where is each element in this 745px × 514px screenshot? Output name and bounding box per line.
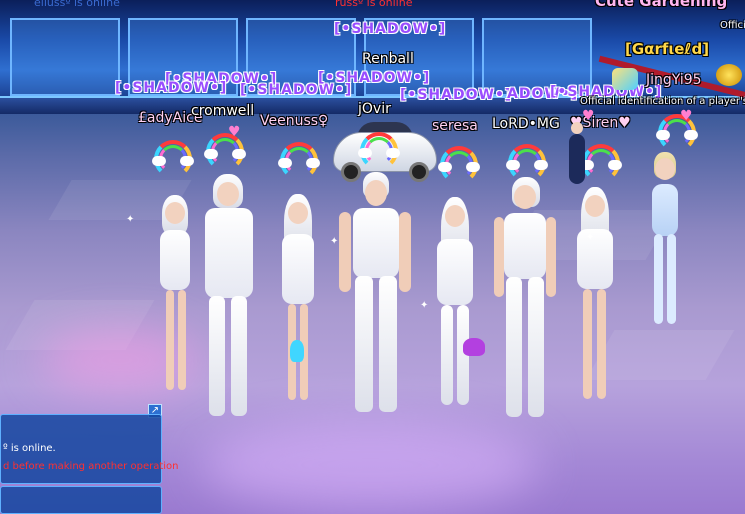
player-name[interactable]: cromwell <box>191 104 254 119</box>
wall-panel <box>10 18 120 96</box>
pet-avatar[interactable] <box>288 338 306 366</box>
player-avatar[interactable] <box>335 172 415 417</box>
player-avatar[interactable] <box>195 172 265 422</box>
player-avatar[interactable] <box>565 185 625 410</box>
rainbow-badge-icon <box>278 142 320 180</box>
player-avatar[interactable] <box>425 195 485 415</box>
crown-badge-icon <box>612 68 638 90</box>
player-avatar[interactable] <box>640 150 690 330</box>
player-title-text: Official identification of a player's ge <box>580 96 745 107</box>
chat-input-area[interactable] <box>0 486 162 514</box>
sparkle-icon: ✦ <box>126 214 135 225</box>
player-avatar[interactable] <box>566 118 588 188</box>
rainbow-badge-icon <box>358 132 400 170</box>
smiley-badge-icon <box>716 64 742 86</box>
sparkle-icon: ✦ <box>420 300 429 311</box>
sparkle-icon: ✦ <box>586 232 595 243</box>
chat-line: º is online. <box>3 443 56 454</box>
player-name[interactable]: jOvir <box>358 102 391 117</box>
heart-icon: ♥ <box>228 124 241 140</box>
top-notice-bar: ellussº is online russº is online Cute G… <box>0 0 745 31</box>
player-avatar[interactable] <box>150 190 200 405</box>
player-name[interactable]: LoRD•MG <box>492 117 560 132</box>
corner-official-text: Offici <box>720 20 745 31</box>
online-notice-left: ellussº is online <box>34 0 120 9</box>
sparkle-icon: ✦ <box>330 236 339 247</box>
rainbow-badge-icon <box>506 144 548 182</box>
guild-tag: [•SHADOW•] <box>334 21 447 37</box>
pet-avatar[interactable] <box>463 336 487 358</box>
chat-line: d before making another operation <box>3 461 179 472</box>
chat-log[interactable]: º is online. d before making another ope… <box>0 414 179 484</box>
player-avatar[interactable] <box>268 192 328 412</box>
chat-window[interactable]: ↗ º is online. d before making another o… <box>0 404 179 514</box>
player-avatar[interactable] <box>490 175 560 425</box>
guild-tag: [•SHADOW•] <box>115 80 228 96</box>
heart-icon: ♥ <box>680 108 693 124</box>
corner-logo: Cute Gardening <box>595 0 728 10</box>
guild-tag: [•SHADOW•] <box>400 87 513 103</box>
rainbow-badge-icon <box>152 140 194 178</box>
player-name[interactable]: seresa <box>432 119 478 134</box>
guild-tag: [•SHADOW•] <box>318 70 431 86</box>
online-notice-center: russº is online <box>335 0 413 9</box>
player-name[interactable]: JingYi95 <box>646 73 702 88</box>
player-name[interactable]: Renball <box>362 52 414 67</box>
player-name[interactable]: Veenuss♀ <box>260 114 328 129</box>
player-name[interactable]: [Gαrfιeℓd] <box>625 42 709 57</box>
game-viewport[interactable]: ellussº is online russº is online Cute G… <box>0 0 745 514</box>
floor-glow <box>200 420 540 510</box>
rainbow-badge-icon <box>438 146 480 184</box>
